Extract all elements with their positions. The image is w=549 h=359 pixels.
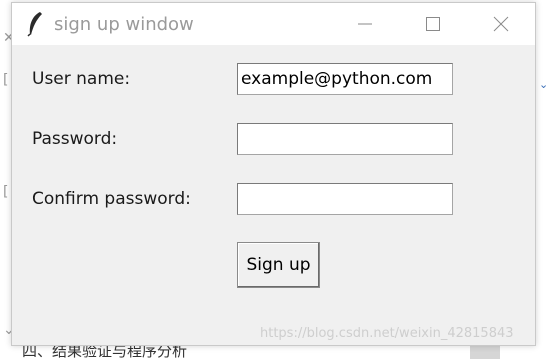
background-bracket-glyph: [: [3, 184, 9, 200]
minimize-button[interactable]: [342, 3, 388, 45]
background-page-right: ⌄: [536, 0, 549, 359]
maximize-button[interactable]: [410, 3, 456, 45]
confirm-password-input[interactable]: [237, 183, 453, 215]
confirm-password-label: Confirm password:: [32, 189, 191, 209]
maximize-icon: [426, 17, 440, 31]
window-title: sign up window: [54, 14, 194, 35]
close-icon: [493, 16, 509, 32]
background-scrollbar: [470, 344, 500, 359]
close-button[interactable]: [478, 3, 524, 45]
signup-button[interactable]: Sign up: [237, 242, 320, 288]
background-page-left: ✕ [ [ ⌄: [0, 0, 15, 359]
password-input[interactable]: [237, 123, 453, 155]
minimize-icon: [358, 23, 372, 25]
username-input[interactable]: [237, 63, 453, 95]
titlebar[interactable]: sign up window: [12, 3, 535, 45]
feather-icon: [27, 12, 42, 37]
background-bracket-glyph: [: [3, 72, 9, 88]
username-label: User name:: [32, 69, 131, 89]
watermark-text: https://blog.csdn.net/weixin_42815843: [260, 326, 514, 341]
background-caret-glyph: ⌄: [539, 78, 549, 91]
password-label: Password:: [32, 129, 118, 149]
signup-window: sign up window User name: Password: Conf…: [11, 2, 536, 346]
